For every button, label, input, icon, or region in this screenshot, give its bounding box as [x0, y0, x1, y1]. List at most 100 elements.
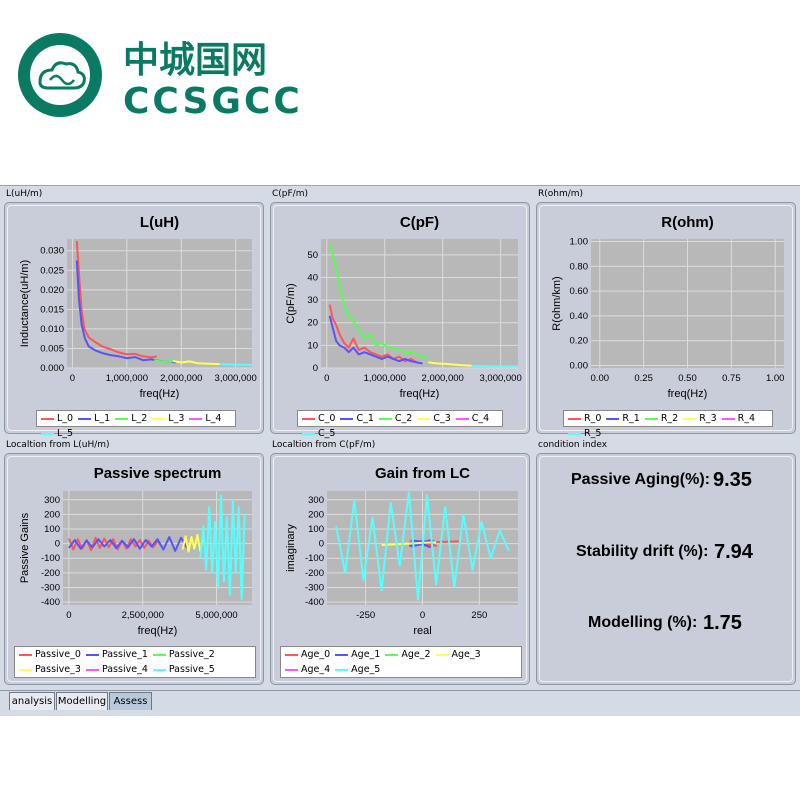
chart-title: R(ohm)	[661, 214, 714, 231]
legend-label: L_5	[57, 428, 74, 439]
y-axis-label: C(pF/m)	[285, 283, 297, 323]
legend-swatch	[85, 668, 99, 671]
legend-swatch	[417, 417, 431, 420]
y-tick-label: 30	[307, 295, 318, 306]
y-tick-label: 0.025	[40, 265, 64, 276]
resistance-legend: R_0 R_1 R_2 R_3 R_4 R_5	[563, 410, 773, 439]
x-tick-label: 250	[471, 610, 487, 621]
x-tick-label: 0	[66, 610, 71, 621]
section-title-c: C(pF/m)	[272, 189, 308, 199]
y-tick-label: -400	[41, 597, 60, 608]
legend-label: L_4	[205, 413, 222, 424]
x-tick-label: -250	[356, 610, 375, 621]
x-axis-label: freq(Hz)	[140, 388, 180, 400]
legend-swatch	[302, 417, 315, 420]
x-axis-label: freq(Hz)	[668, 388, 708, 400]
legend-item: L_2	[115, 411, 147, 426]
legend-label: Passive_4	[101, 664, 148, 675]
tab-modelling[interactable]: Modelling	[56, 692, 108, 710]
gain-lc-chart: Gain from LC -250 0 250 -400 -300 -200 -100 0 100…	[285, 465, 518, 637]
capacitance-chart-panel: C(pF) 0 1,000,000 2,000,000 3,000,000 0 10 20 30…	[270, 202, 530, 439]
legend-label: Passive_2	[168, 649, 215, 660]
x-tick-label: 1,000,000	[106, 373, 148, 384]
section-title-cond: condition index	[538, 440, 608, 450]
app-window: L(uH/m) C(pF/m) R(ohm/m) Localtion from …	[0, 185, 800, 716]
tab-bar: analysis Modelling Assess	[0, 690, 800, 713]
legend-item: C_0	[302, 411, 335, 426]
x-tick-label: 1.00	[766, 373, 785, 384]
y-tick-label: -400	[305, 597, 324, 608]
legend-swatch	[19, 668, 32, 671]
legend-swatch	[606, 417, 620, 420]
chart-title: C(pF)	[400, 214, 439, 231]
y-tick-label: -300	[41, 582, 60, 593]
legend-label: C_4	[471, 413, 490, 424]
company-logo: 中城国网 CCSGCC	[18, 33, 298, 122]
y-tick-label: 0	[319, 539, 324, 550]
legend-swatch	[721, 417, 735, 420]
y-tick-label: 0.20	[570, 336, 589, 347]
tab-analysis[interactable]: analysis	[9, 692, 55, 710]
y-axis-label: R(ohm/km)	[551, 276, 563, 330]
x-tick-label: 1,000,000	[364, 373, 406, 384]
x-tick-label: 3,000,000	[215, 373, 257, 384]
legend-swatch	[335, 668, 349, 671]
stability-drift-value: 7.94	[714, 541, 753, 563]
legend-label: L_3	[168, 413, 185, 424]
legend-label: Passive_5	[168, 664, 215, 675]
tab-assess-label: Assess	[113, 696, 148, 707]
y-tick-label: 0	[55, 539, 60, 550]
condition-index-panel: Passive Aging(%): 9.35 Stability drift (…	[536, 453, 796, 685]
y-tick-label: 10	[307, 340, 318, 351]
legend-swatch	[152, 653, 166, 656]
legend-label: R_3	[699, 413, 717, 424]
legend-label: Age_3	[451, 649, 481, 660]
tab-assess[interactable]: Assess	[109, 692, 152, 710]
y-tick-label: -100	[305, 553, 324, 564]
passive-aging-value: 9.35	[713, 469, 752, 491]
y-tick-label: 0.000	[40, 363, 64, 374]
modelling-value: 1.75	[703, 612, 742, 634]
legend-swatch	[189, 417, 203, 420]
legend-label: L_0	[57, 413, 74, 424]
legend-item: L_4	[189, 411, 221, 426]
legend-item: C_1	[340, 411, 374, 426]
passive-legend: Passive_0 Passive_1 Passive_2 Passive_3 Pass…	[14, 646, 256, 678]
logo-cn-name: 中城国网	[123, 40, 267, 81]
y-tick-label: 1.00	[570, 236, 589, 247]
y-tick-label: 0.030	[40, 246, 64, 257]
legend-label: R_2	[660, 413, 679, 424]
tab-modelling-label: Modelling	[57, 696, 107, 707]
legend-item: L_5	[41, 426, 73, 441]
legend-item: Age_0	[285, 647, 330, 662]
inductance-chart-panel: L(uH) 0 1,000,000 2,000,000 3,000,000 0.000 0.…	[4, 202, 264, 439]
legend-label: C_2	[394, 413, 413, 424]
legend-item: L_0	[41, 411, 73, 426]
x-tick-label: 2,000,000	[160, 373, 202, 384]
section-title-loc-l: Localtion from L(uH/m)	[6, 440, 110, 450]
legend-swatch	[85, 653, 99, 656]
y-tick-label: 0.005	[40, 343, 64, 354]
legend-label: R_4	[737, 413, 756, 424]
y-tick-label: 300	[308, 495, 324, 506]
legend-swatch	[683, 417, 697, 420]
legend-item: C_4	[455, 411, 490, 426]
y-axis-label: Inductance(uH/m)	[19, 260, 31, 347]
series-line-l-5	[219, 363, 252, 366]
legend-item: C_2	[378, 411, 413, 426]
y-tick-label: 0	[313, 363, 318, 374]
x-tick-label: 0.00	[591, 373, 610, 384]
legend-item: R_3	[683, 411, 717, 426]
x-tick-label: 0.25	[634, 373, 653, 384]
legend-swatch	[378, 417, 392, 420]
section-title-loc-c: Localtion from C(pF/m)	[272, 440, 376, 450]
legend-swatch	[340, 417, 354, 420]
legend-swatch	[41, 417, 54, 420]
legend-item: R_0	[568, 411, 601, 426]
x-axis-label: freq(Hz)	[400, 388, 440, 400]
stability-drift-label: Stability drift (%):	[576, 543, 709, 560]
y-tick-label: 200	[308, 509, 324, 520]
x-tick-label: 0.75	[722, 373, 741, 384]
resistance-chart: R(ohm) 0.00 0.25 0.50 0.75 1.00 0.00 0.20 0.40 0.…	[551, 214, 785, 400]
y-axis-label: imaginary	[285, 524, 297, 572]
